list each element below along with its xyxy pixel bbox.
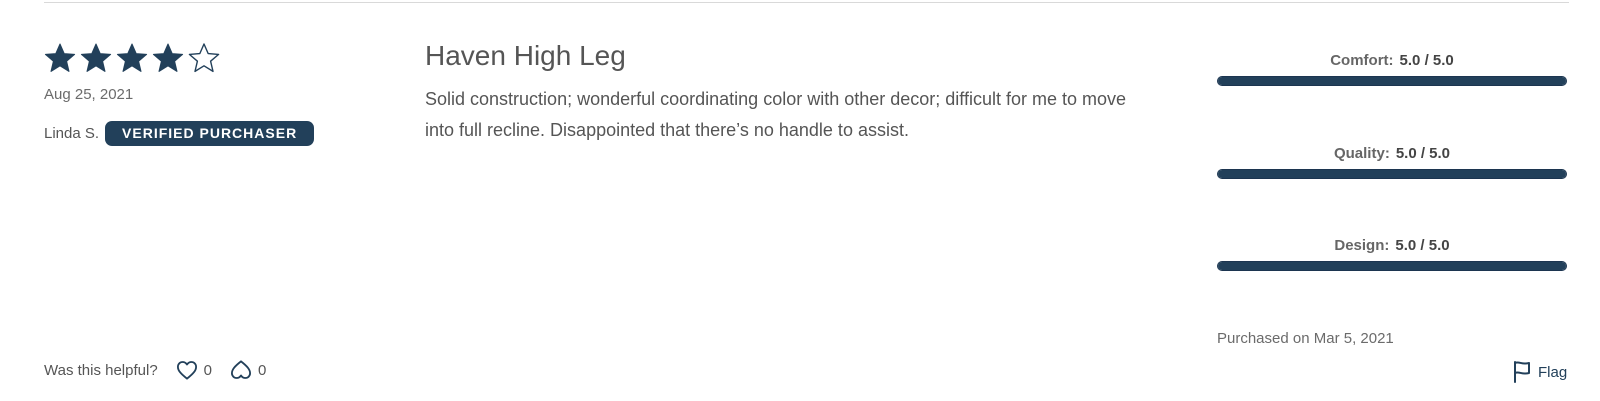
- upvote-count: 0: [203, 361, 213, 379]
- rating-quality: Quality: 5.0 / 5.0: [1217, 145, 1567, 179]
- review-title: Haven High Leg: [425, 40, 626, 71]
- flag-button[interactable]: Flag: [1512, 361, 1567, 383]
- rating-design: Design: 5.0 / 5.0: [1217, 237, 1567, 271]
- star-filled-icon: [44, 42, 76, 74]
- review-body: Solid construction; wonderful coordinati…: [425, 89, 1127, 140]
- top-divider: [44, 2, 1569, 3]
- downvote-count: 0: [258, 361, 267, 379]
- rating-value: 5.0 / 5.0: [1395, 145, 1451, 162]
- rating-bar-fill: [1218, 77, 1566, 85]
- helpful-label: Was this helpful?: [44, 361, 158, 379]
- star-filled-icon: [116, 42, 148, 74]
- flag-icon: [1512, 361, 1538, 383]
- rating-bar: [1217, 261, 1567, 271]
- reviewer-name: Linda S.: [44, 125, 100, 142]
- star-empty-icon: [188, 42, 220, 74]
- downvote-button[interactable]: 0: [230, 360, 266, 380]
- verified-purchaser-badge: VERIFIED PURCHASER: [105, 121, 315, 146]
- star-filled-icon: [152, 42, 184, 74]
- reviewer-info: Linda S. VERIFIED PURCHASER: [44, 121, 315, 146]
- heart-outline-icon: [230, 360, 258, 380]
- rating-value: 5.0 / 5.0: [1395, 237, 1450, 254]
- star-filled-icon: [80, 42, 112, 74]
- rating-value: 5.0 / 5.0: [1399, 52, 1454, 69]
- heart-icon: [176, 360, 204, 380]
- rating-label: Comfort:: [1330, 52, 1394, 69]
- upvote-button[interactable]: 0: [176, 360, 212, 380]
- rating-bar: [1217, 169, 1567, 179]
- rating-bar: [1217, 76, 1567, 86]
- purchase-date: Purchased on Mar 5, 2021: [1217, 330, 1394, 347]
- rating-comfort: Comfort: 5.0 / 5.0: [1217, 52, 1567, 86]
- rating-bar-fill: [1218, 262, 1566, 270]
- rating-label: Design:: [1334, 237, 1390, 254]
- rating-label: Quality:: [1333, 145, 1390, 162]
- helpful-section: Was this helpful? 0 0: [44, 360, 284, 380]
- rating-bar-fill: [1218, 170, 1566, 178]
- flag-label: Flag: [1538, 363, 1568, 381]
- review-date: Aug 25, 2021: [44, 86, 134, 103]
- star-rating: [44, 42, 220, 74]
